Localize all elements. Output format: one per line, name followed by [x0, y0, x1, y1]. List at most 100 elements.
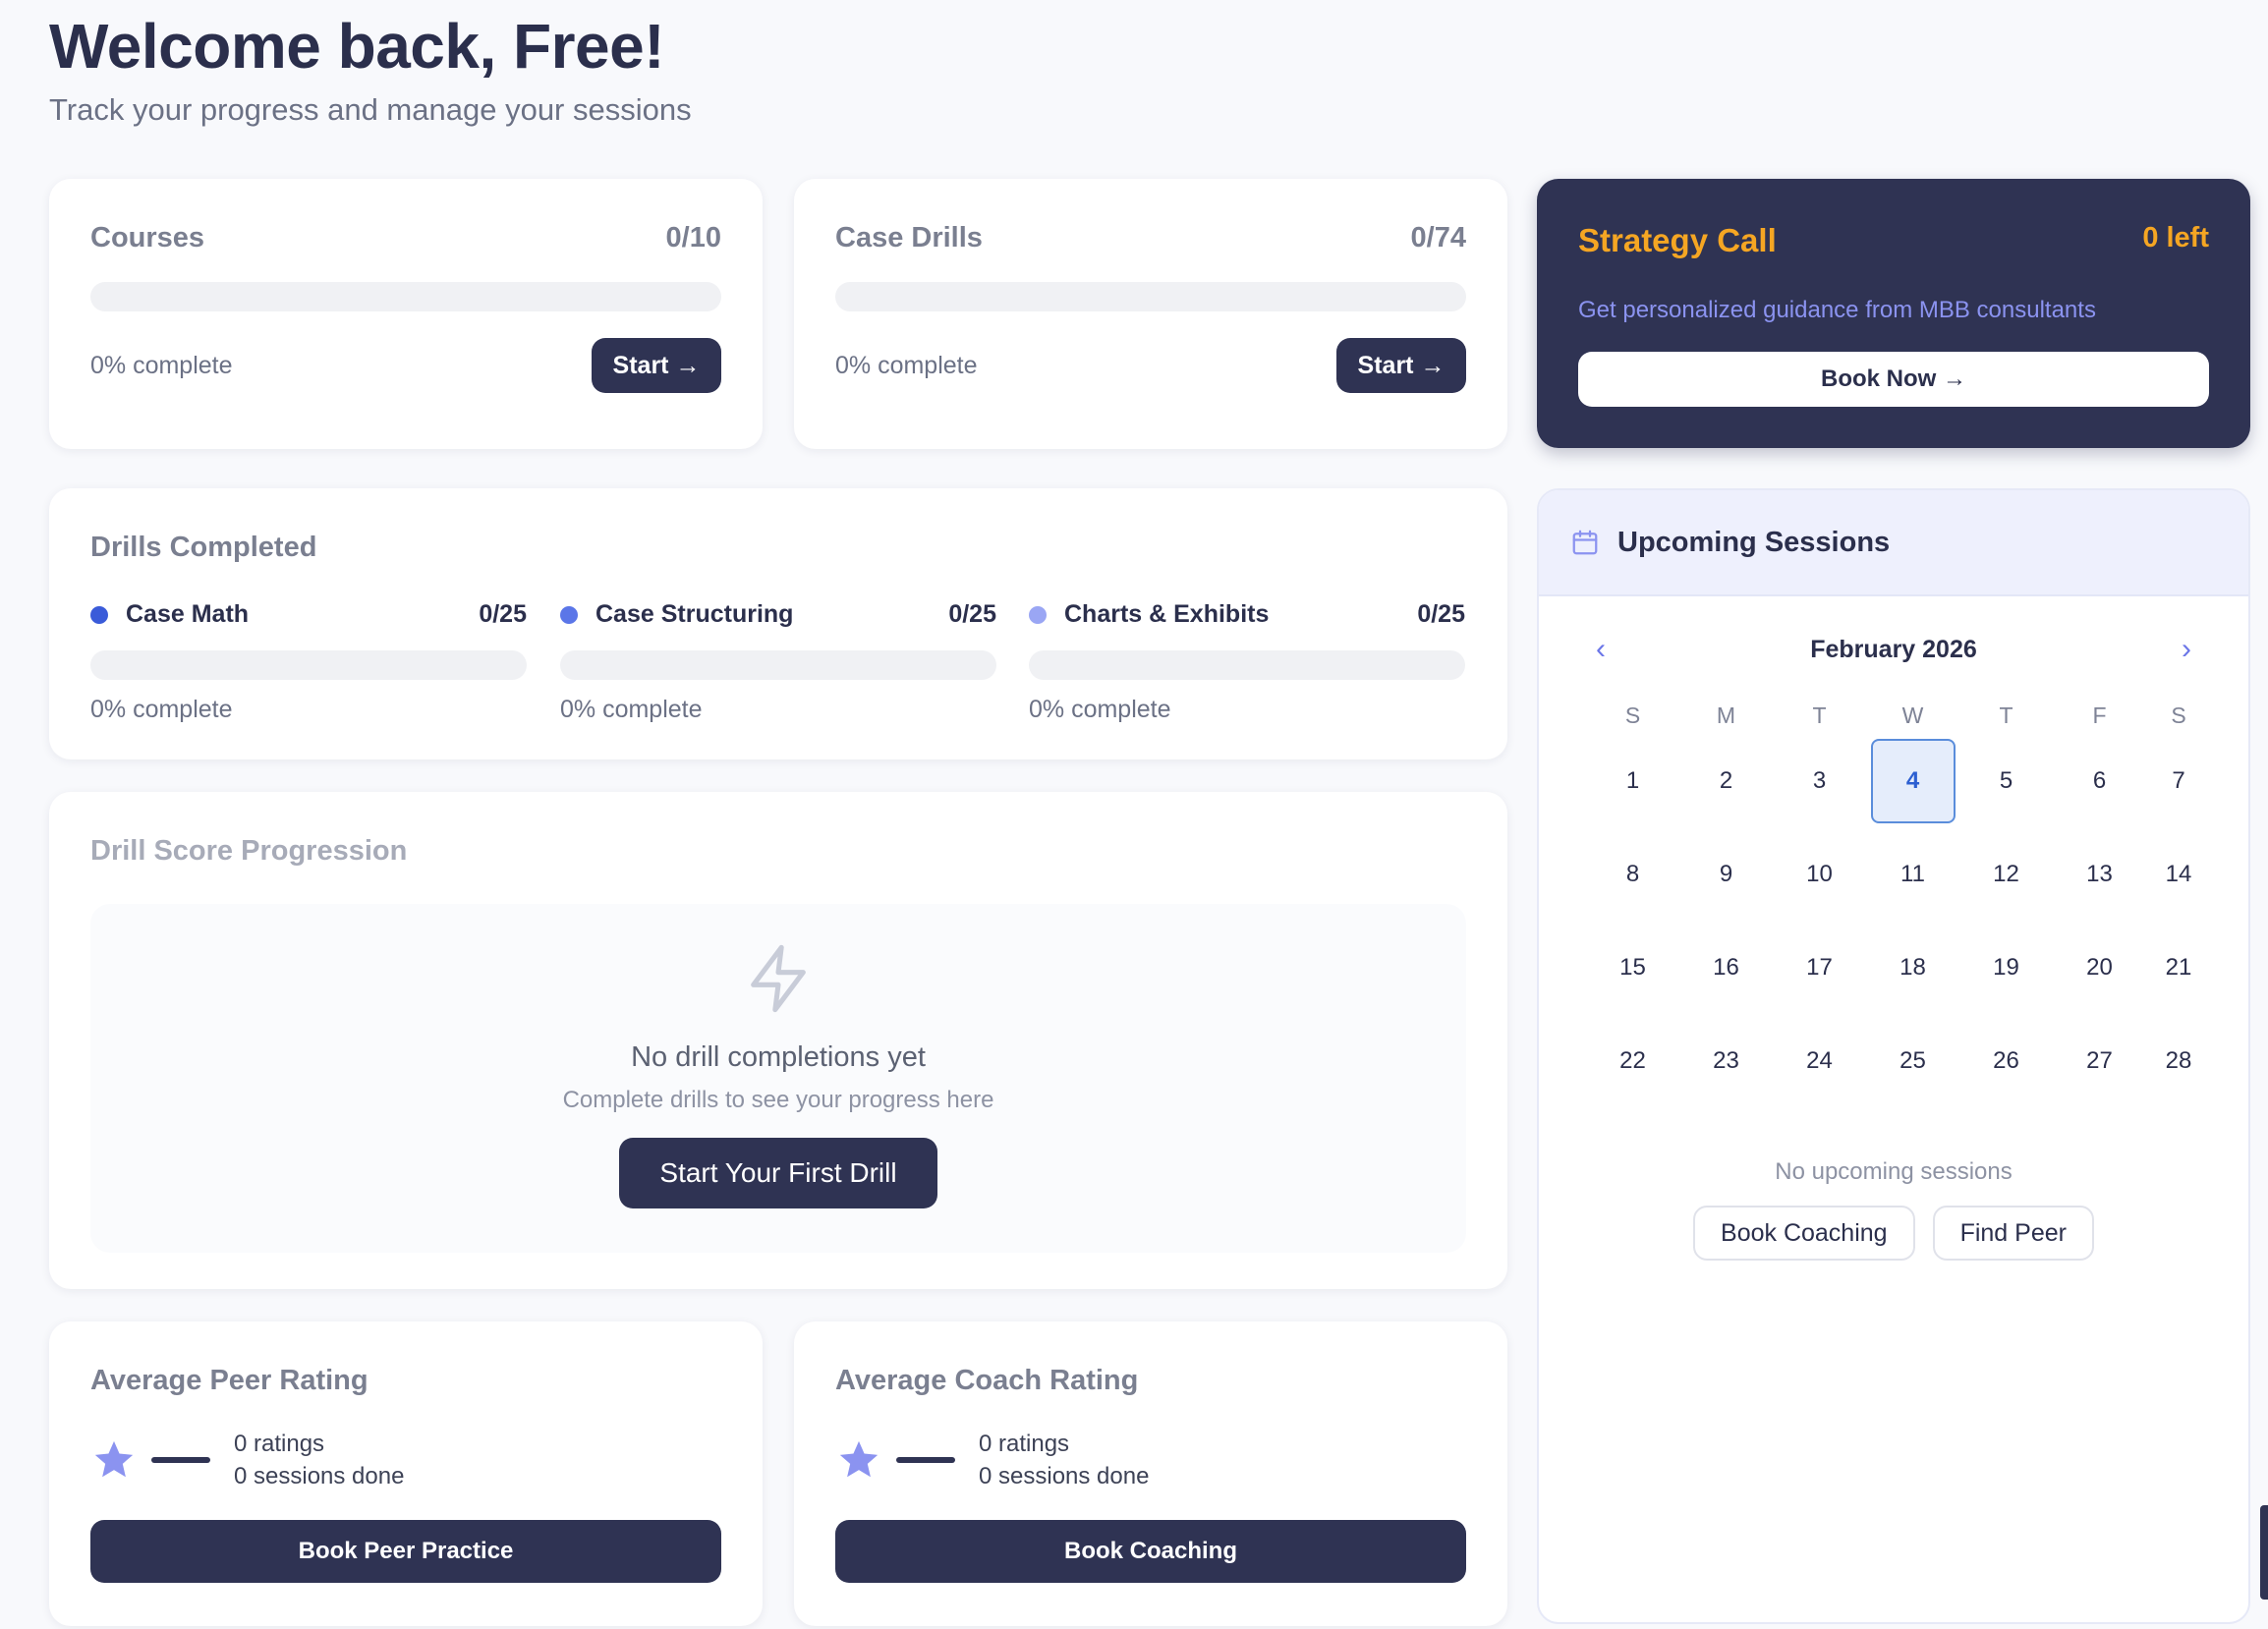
- drill-category-count: 0/25: [948, 600, 996, 628]
- calendar-day[interactable]: 25: [1866, 1014, 1959, 1107]
- drill-score-progression-card: Drill Score Progression No drill complet…: [49, 792, 1507, 1289]
- upcoming-sessions-header: Upcoming Sessions: [1539, 490, 2248, 596]
- drill-category-progress-bar: [1029, 650, 1465, 680]
- page-subtitle: Track your progress and manage your sess…: [49, 92, 692, 127]
- peer-sessions-count: 0 sessions done: [234, 1463, 405, 1489]
- calendar-day[interactable]: 5: [1959, 734, 2053, 827]
- empty-state-subtitle: Complete drills to see your progress her…: [562, 1087, 994, 1113]
- calendar-icon: [1572, 530, 1598, 555]
- book-peer-practice-button[interactable]: Book Peer Practice: [90, 1520, 721, 1583]
- case-drills-count: 0/74: [1410, 222, 1466, 253]
- calendar-header: ‹ February 2026 ›: [1539, 628, 2248, 671]
- calendar-day[interactable]: 11: [1866, 827, 1959, 921]
- courses-count: 0/10: [665, 222, 721, 253]
- calendar-day[interactable]: 2: [1679, 734, 1773, 827]
- case-drills-percent: 0% complete: [835, 351, 978, 379]
- calendar-day[interactable]: 15: [1586, 921, 1679, 1014]
- calendar-day[interactable]: 26: [1959, 1014, 2053, 1107]
- calendar-day[interactable]: 17: [1773, 921, 1866, 1014]
- progression-title: Drill Score Progression: [90, 835, 408, 867]
- drill-category-count: 0/25: [479, 600, 527, 628]
- calendar-month: February 2026: [1810, 635, 1977, 663]
- weekday-label: S: [2171, 702, 2186, 728]
- charts-exhibits-dot: [1029, 605, 1047, 624]
- calendar-day[interactable]: 6: [2053, 734, 2146, 827]
- courses-title: Courses: [90, 222, 205, 253]
- calendar-day[interactable]: 7: [2146, 734, 2211, 827]
- calendar-day[interactable]: 21: [2146, 921, 2211, 1014]
- rating-value-placeholder: [151, 1457, 210, 1463]
- case-drills-card: Case Drills 0/74 0% complete Start →: [794, 179, 1507, 449]
- drills-completed-title: Drills Completed: [90, 532, 317, 563]
- peer-rating-title: Average Peer Rating: [90, 1365, 369, 1396]
- star-icon: [94, 1440, 134, 1478]
- chevron-left-icon[interactable]: ‹: [1586, 633, 1616, 666]
- dashboard-page: Welcome back, Free! Track your progress …: [16, 0, 2268, 1629]
- star-icon: [839, 1440, 879, 1478]
- calendar-day[interactable]: 1: [1586, 734, 1679, 827]
- drill-category-percent: 0% complete: [1029, 696, 1171, 723]
- peer-rating-card: Average Peer Rating 0 ratings 0 sessions…: [49, 1321, 763, 1626]
- courses-start-button[interactable]: Start →: [592, 338, 721, 393]
- weekday-row: S M T W T F S: [1586, 697, 2211, 734]
- calendar-day-today[interactable]: 4: [1866, 734, 1959, 827]
- courses-card: Courses 0/10 0% complete Start →: [49, 179, 763, 449]
- page-header: Welcome back, Free! Track your progress …: [49, 0, 692, 128]
- case-drills-start-button[interactable]: Start →: [1336, 338, 1466, 393]
- find-peer-button[interactable]: Find Peer: [1932, 1206, 2094, 1261]
- today-label: 4: [1870, 738, 1956, 823]
- calendar-day[interactable]: 10: [1773, 827, 1866, 921]
- calendar-day[interactable]: 13: [2053, 827, 2146, 921]
- lightning-icon: [751, 944, 806, 1013]
- scrollbar-thumb[interactable]: [2260, 1505, 2268, 1600]
- drill-category-label: Case Structuring: [595, 600, 794, 628]
- calendar-day[interactable]: 9: [1679, 827, 1773, 921]
- coach-sessions-count: 0 sessions done: [979, 1463, 1150, 1489]
- upcoming-sessions-title: Upcoming Sessions: [1617, 526, 1891, 558]
- calendar-day[interactable]: 27: [2053, 1014, 2146, 1107]
- peer-ratings-count: 0 ratings: [234, 1431, 325, 1457]
- upcoming-sessions-card: Upcoming Sessions ‹ February 2026 › S M …: [1537, 488, 2250, 1624]
- drill-category-label: Charts & Exhibits: [1064, 600, 1270, 628]
- calendar-day[interactable]: 22: [1586, 1014, 1679, 1107]
- calendar-day[interactable]: 3: [1773, 734, 1866, 827]
- coach-rating-card: Average Coach Rating 0 ratings 0 session…: [794, 1321, 1507, 1626]
- calendar-day[interactable]: 14: [2146, 827, 2211, 921]
- case-structuring-dot: [560, 605, 578, 624]
- book-coaching-outline-button[interactable]: Book Coaching: [1693, 1206, 1915, 1261]
- weekday-label: M: [1716, 702, 1736, 728]
- coach-rating-title: Average Coach Rating: [835, 1365, 1139, 1396]
- drill-category-progress-bar: [90, 650, 527, 680]
- drill-category-count: 0/25: [1417, 600, 1465, 628]
- calendar-day[interactable]: 20: [2053, 921, 2146, 1014]
- empty-state-title: No drill completions yet: [631, 1041, 926, 1073]
- drills-completed-card: Drills Completed Case Math 0/25 0% compl…: [49, 488, 1507, 759]
- calendar-week: 1 2 3 4 5 6 7: [1586, 734, 2211, 827]
- calendar-day[interactable]: 18: [1866, 921, 1959, 1014]
- calendar-day[interactable]: 23: [1679, 1014, 1773, 1107]
- strategy-call-card: Strategy Call 0 left Get personalized gu…: [1537, 179, 2250, 448]
- session-actions: Book Coaching Find Peer: [1539, 1206, 2248, 1261]
- calendar-day[interactable]: 16: [1679, 921, 1773, 1014]
- rating-value-placeholder: [896, 1457, 955, 1463]
- weekday-label: W: [1901, 702, 1924, 728]
- calendar-day[interactable]: 8: [1586, 827, 1679, 921]
- case-math-dot: [90, 605, 108, 624]
- start-first-drill-button[interactable]: Start Your First Drill: [619, 1138, 937, 1208]
- weekday-label: T: [1812, 702, 1827, 728]
- chevron-right-icon[interactable]: ›: [2172, 633, 2201, 666]
- strategy-call-subtitle: Get personalized guidance from MBB consu…: [1578, 297, 2096, 323]
- book-now-button[interactable]: Book Now →: [1578, 352, 2209, 407]
- drill-category-case-structuring: Case Structuring 0/25 0% complete: [560, 600, 996, 724]
- calendar-day[interactable]: 24: [1773, 1014, 1866, 1107]
- drill-category-label: Case Math: [126, 600, 250, 628]
- calendar-day[interactable]: 28: [2146, 1014, 2211, 1107]
- no-sessions-text: No upcoming sessions: [1775, 1158, 2013, 1185]
- strategy-call-title: Strategy Call: [1578, 222, 1777, 258]
- calendar-day[interactable]: 19: [1959, 921, 2053, 1014]
- book-coaching-button[interactable]: Book Coaching: [835, 1520, 1466, 1583]
- calendar-day[interactable]: 12: [1959, 827, 2053, 921]
- coach-ratings-count: 0 ratings: [979, 1431, 1070, 1457]
- calendar-week: 15 16 17 18 19 20 21: [1586, 921, 2211, 1014]
- courses-progress-bar: [90, 282, 721, 311]
